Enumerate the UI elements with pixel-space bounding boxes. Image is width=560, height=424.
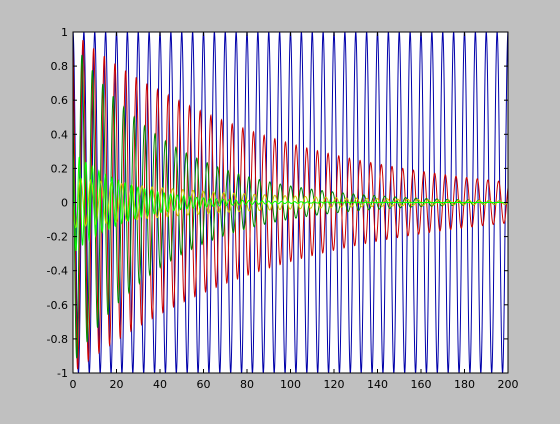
x-tick-label: 160 <box>411 378 432 391</box>
y-tick-label: -1 <box>57 367 68 380</box>
x-tick-label: 80 <box>240 378 254 391</box>
y-tick-label: -0.2 <box>47 231 68 244</box>
y-tick-label: -0.4 <box>47 265 68 278</box>
figure-window: 0 20 40 60 80 100 120 140 160 180 200 -1 -0.8 -0.6 -0.… <box>0 0 560 420</box>
x-tick-label: 40 <box>153 378 167 391</box>
y-tick-label: 0.2 <box>51 162 69 175</box>
x-tick-label: 0 <box>70 378 77 391</box>
x-tick-label: 120 <box>324 378 345 391</box>
x-tick-label: 60 <box>197 378 211 391</box>
y-tick-label: 0.4 <box>51 128 69 141</box>
x-tick-label: 100 <box>280 378 301 391</box>
y-tick-label: -0.8 <box>47 333 68 346</box>
y-tick-label: 0.6 <box>51 94 69 107</box>
y-tick-label: 0 <box>61 197 68 210</box>
y-tick-label: 1 <box>61 26 68 39</box>
x-tick-label: 200 <box>498 378 519 391</box>
x-tick-label: 180 <box>454 378 475 391</box>
line-chart: 0 20 40 60 80 100 120 140 160 180 200 -1 -0.8 -0.6 -0.… <box>47 26 519 391</box>
x-tick-label: 140 <box>367 378 388 391</box>
y-tick-label: -0.6 <box>47 299 68 312</box>
y-tick-label: 0.8 <box>51 60 69 73</box>
x-tick-label: 20 <box>110 378 124 391</box>
